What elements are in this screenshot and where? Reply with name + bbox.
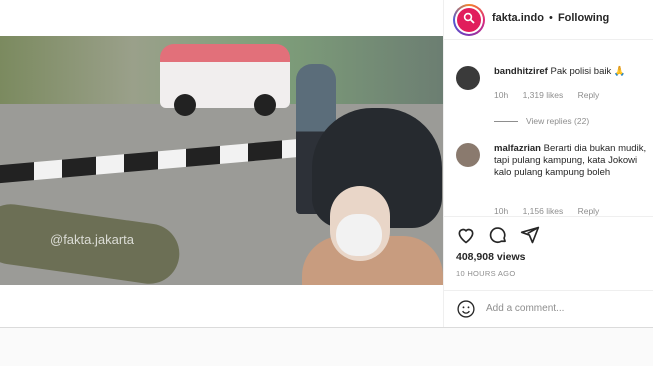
comment-meta: 10h 1,319 likes Reply <box>494 90 611 100</box>
comment-meta: 10h 1,156 likes Reply <box>494 206 611 216</box>
comment-time[interactable]: 10h <box>494 90 508 100</box>
separator-dot: • <box>549 12 553 24</box>
commenter-avatar[interactable] <box>456 66 480 90</box>
search-icon <box>463 11 475 29</box>
car-wheel <box>254 94 276 116</box>
post-media: @fakta.jakarta <box>0 0 443 327</box>
commenter-avatar[interactable] <box>456 143 480 167</box>
story-ring[interactable] <box>453 4 485 36</box>
comment-likes[interactable]: 1,156 likes <box>523 206 564 216</box>
post-sidebar: fakta.indo • Following bandhitziref Pak … <box>443 0 653 327</box>
share-icon[interactable] <box>520 225 540 250</box>
action-icons <box>456 225 540 250</box>
replies-line <box>494 121 518 123</box>
view-count[interactable]: 408,908 views <box>456 251 525 263</box>
comment-likes[interactable]: 1,319 likes <box>523 90 564 100</box>
instagram-post: @fakta.jakarta fakta.indo • Following ba… <box>0 0 653 327</box>
post-timestamp[interactable]: 10 HOURS AGO <box>456 269 515 278</box>
comment-body: malfazrian Berarti dia bukan mudik, tapi… <box>494 143 649 179</box>
post-actions: 408,908 views 10 HOURS AGO <box>444 216 653 286</box>
comment-text: Pak polisi baik 🙏 <box>550 66 626 77</box>
comment-username[interactable]: bandhitziref <box>494 66 548 77</box>
emoji-icon[interactable] <box>456 299 476 324</box>
comment-body: bandhitziref Pak polisi baik 🙏 <box>494 66 649 78</box>
comment-input[interactable]: Add a comment... <box>486 303 564 314</box>
video-player[interactable]: @fakta.jakarta <box>0 36 443 285</box>
view-replies-button[interactable]: View replies (22) <box>494 116 589 126</box>
reply-button[interactable]: Reply <box>578 90 600 100</box>
add-comment-bar: Add a comment... <box>444 290 653 327</box>
comment-time[interactable]: 10h <box>494 206 508 216</box>
reply-button[interactable]: Reply <box>578 206 600 216</box>
page-divider <box>0 327 653 328</box>
view-replies-label: View replies (22) <box>526 116 590 126</box>
video-face-mask <box>336 214 382 256</box>
car-wheel <box>174 94 196 116</box>
avatar <box>457 8 481 32</box>
comments-list[interactable]: bandhitziref Pak polisi baik 🙏 10h 1,319… <box>444 40 653 216</box>
comment-icon[interactable] <box>488 225 508 250</box>
following-button[interactable]: Following <box>558 12 609 24</box>
video-watermark: @fakta.jakarta <box>50 232 135 247</box>
video-car <box>160 44 290 116</box>
username-link[interactable]: fakta.indo <box>492 12 544 24</box>
comment-username[interactable]: malfazrian <box>494 143 541 154</box>
post-header: fakta.indo • Following <box>444 0 653 40</box>
header-user: fakta.indo • Following <box>492 12 609 24</box>
heart-icon[interactable] <box>456 225 476 250</box>
